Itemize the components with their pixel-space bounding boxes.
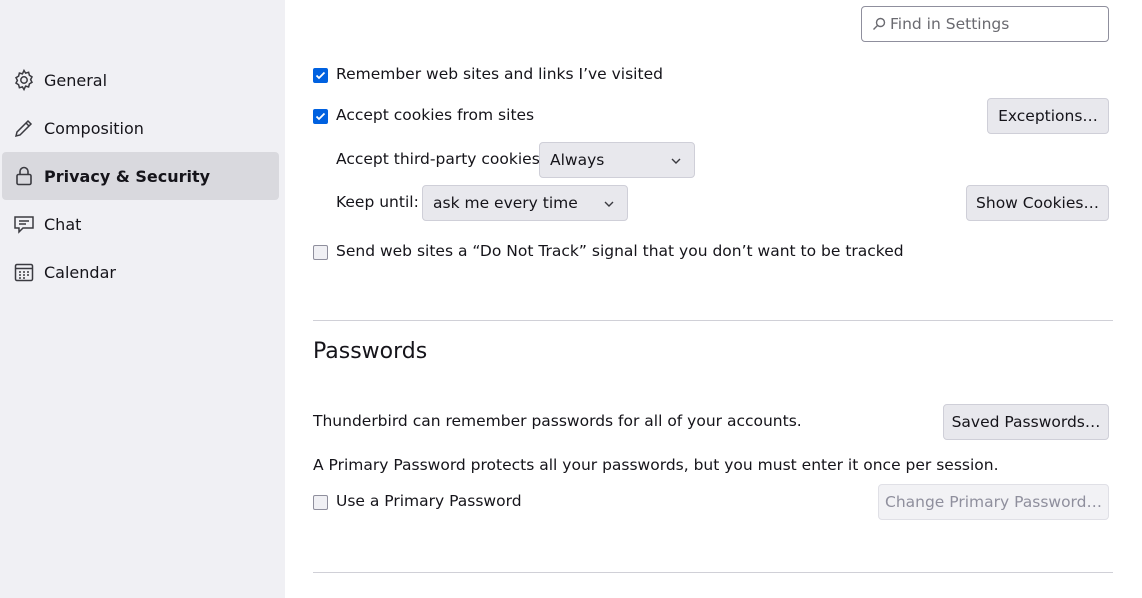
chevron-down-icon [604,201,614,207]
exceptions-button[interactable]: Exceptions… [987,98,1109,134]
sidebar-item-label: Composition [44,118,144,138]
show-cookies-button[interactable]: Show Cookies… [966,185,1109,221]
third-party-cookies-value: Always [550,151,605,169]
chevron-down-icon [671,158,681,164]
sidebar-item-composition[interactable]: Composition [2,104,279,152]
dnt-checkbox[interactable] [313,245,328,260]
checkmark-icon [315,112,326,121]
pencil-icon [12,116,36,140]
remember-sites-label: Remember web sites and links I’ve visite… [336,65,663,83]
sidebar-item-calendar[interactable]: Calendar [2,248,279,296]
sidebar-item-chat[interactable]: Chat [2,200,279,248]
checkmark-icon [315,71,326,80]
lock-icon [12,164,36,188]
dnt-label: Send web sites a “Do Not Track” signal t… [336,242,904,260]
passwords-remember-text: Thunderbird can remember passwords for a… [313,412,802,430]
accept-cookies-checkbox[interactable] [313,109,328,124]
search-icon [872,17,886,31]
remember-sites-checkbox[interactable] [313,68,328,83]
saved-passwords-button[interactable]: Saved Passwords… [943,404,1109,440]
sidebar-item-label: General [44,70,108,90]
sidebar-item-label: Privacy & Security [44,166,211,186]
calendar-icon [12,260,36,284]
sidebar-item-label: Calendar [44,262,116,282]
accept-cookies-label: Accept cookies from sites [336,106,535,124]
third-party-cookies-select[interactable]: Always [539,142,695,178]
third-party-cookies-label: Accept third-party cookies: [336,150,545,168]
use-primary-password-checkbox[interactable] [313,495,328,510]
passwords-heading: Passwords [313,339,428,364]
keep-until-select[interactable]: ask me every time [422,185,628,221]
sidebar: General Composition Privacy & Security C… [0,0,285,598]
search-input[interactable]: Find in Settings [861,6,1109,42]
sidebar-item-general[interactable]: General [2,56,279,104]
sidebar-item-label: Chat [44,214,82,234]
sidebar-item-privacy-security[interactable]: Privacy & Security [2,152,279,200]
gear-icon [12,68,36,92]
search-placeholder: Find in Settings [890,15,1010,33]
change-primary-password-button[interactable]: Change Primary Password… [878,484,1109,520]
primary-password-info: A Primary Password protects all your pas… [313,456,999,474]
use-primary-password-label: Use a Primary Password [336,492,522,510]
section-divider [313,320,1113,321]
keep-until-value: ask me every time [433,194,578,212]
section-divider [313,572,1113,573]
keep-until-label: Keep until: [336,193,419,211]
chat-bubble-icon [12,212,36,236]
